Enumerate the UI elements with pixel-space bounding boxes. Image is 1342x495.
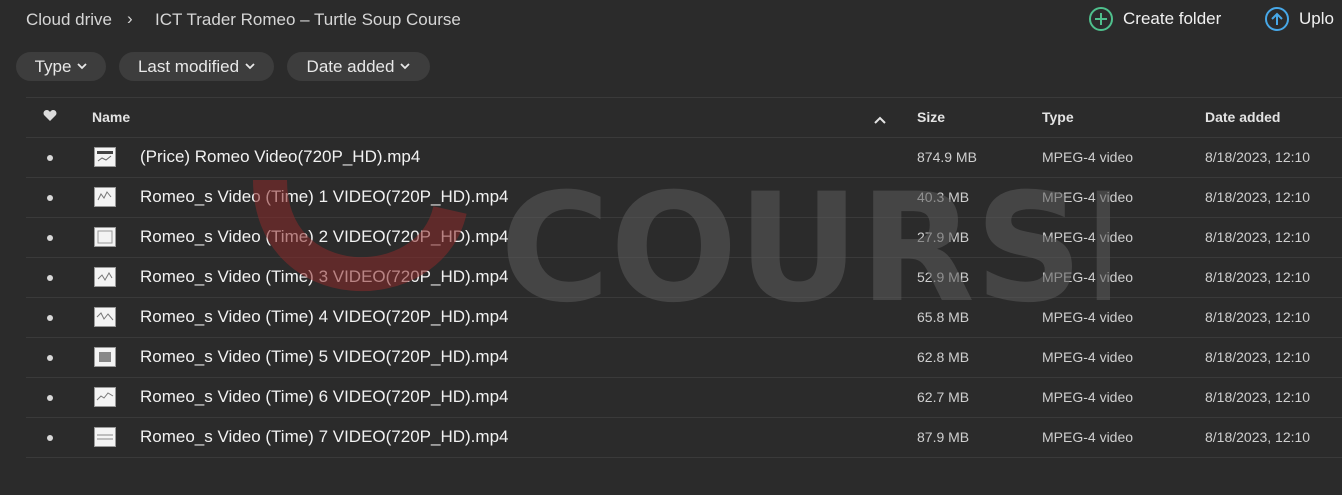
file-type: MPEG-4 video bbox=[1042, 269, 1134, 285]
file-date: 8/18/2023, 12:10 bbox=[1205, 349, 1311, 365]
column-header-date-added[interactable]: Date added bbox=[1205, 109, 1280, 125]
file-type: MPEG-4 video bbox=[1042, 429, 1134, 445]
filter-last-modified-label: Last modified bbox=[137, 56, 240, 76]
video-thumbnail-icon bbox=[94, 307, 116, 327]
video-thumbnail-icon bbox=[94, 387, 116, 407]
table-row[interactable]: Romeo_s Video (Time) 6 VIDEO(720P_HD).mp… bbox=[26, 378, 1342, 418]
file-type: MPEG-4 video bbox=[1042, 149, 1134, 165]
file-type: MPEG-4 video bbox=[1042, 389, 1134, 405]
file-size: 62.7 MB bbox=[917, 389, 970, 405]
favourite-dot[interactable] bbox=[47, 235, 53, 241]
table-row[interactable]: Romeo_s Video (Time) 4 VIDEO(720P_HD).mp… bbox=[26, 298, 1342, 338]
favourite-dot[interactable] bbox=[47, 275, 53, 281]
upload-label: Uplo bbox=[1299, 9, 1334, 28]
table-row[interactable]: Romeo_s Video (Time) 7 VIDEO(720P_HD).mp… bbox=[26, 418, 1342, 458]
chevron-down-icon bbox=[245, 63, 255, 70]
favourite-dot[interactable] bbox=[47, 315, 53, 321]
file-date: 8/18/2023, 12:10 bbox=[1205, 229, 1311, 245]
upload-button[interactable]: Uplo bbox=[1265, 7, 1334, 31]
video-thumbnail-icon bbox=[94, 187, 116, 207]
file-name[interactable]: Romeo_s Video (Time) 4 VIDEO(720P_HD).mp… bbox=[140, 307, 508, 327]
chevron-down-icon bbox=[400, 63, 411, 70]
file-date: 8/18/2023, 12:10 bbox=[1205, 429, 1311, 445]
file-size: 65.8 MB bbox=[917, 309, 970, 325]
file-name[interactable]: Romeo_s Video (Time) 1 VIDEO(720P_HD).mp… bbox=[140, 187, 508, 207]
chevron-up-icon[interactable] bbox=[874, 111, 886, 127]
create-folder-button[interactable]: Create folder bbox=[1089, 7, 1221, 31]
file-date: 8/18/2023, 12:10 bbox=[1205, 149, 1311, 165]
top-bar: Cloud drive › ICT Trader Romeo – Turtle … bbox=[0, 0, 1342, 42]
file-table: Name Size Type Date added (Price) Romeo … bbox=[26, 97, 1342, 458]
file-type: MPEG-4 video bbox=[1042, 349, 1134, 365]
heart-icon[interactable] bbox=[43, 109, 57, 125]
column-header-name[interactable]: Name bbox=[92, 109, 130, 125]
favourite-dot[interactable] bbox=[47, 355, 53, 361]
file-name[interactable]: (Price) Romeo Video(720P_HD).mp4 bbox=[140, 147, 420, 167]
favourite-dot[interactable] bbox=[47, 155, 53, 161]
table-row[interactable]: Romeo_s Video (Time) 1 VIDEO(720P_HD).mp… bbox=[26, 178, 1342, 218]
video-thumbnail-icon bbox=[94, 147, 116, 167]
file-name[interactable]: Romeo_s Video (Time) 3 VIDEO(720P_HD).mp… bbox=[140, 267, 508, 287]
chevron-down-icon bbox=[77, 63, 88, 70]
table-row[interactable]: Romeo_s Video (Time) 2 VIDEO(720P_HD).mp… bbox=[26, 218, 1342, 258]
file-type: MPEG-4 video bbox=[1042, 229, 1134, 245]
file-name[interactable]: Romeo_s Video (Time) 5 VIDEO(720P_HD).mp… bbox=[140, 347, 508, 367]
column-header-type[interactable]: Type bbox=[1042, 109, 1074, 125]
favourite-dot[interactable] bbox=[47, 395, 53, 401]
table-header: Name Size Type Date added bbox=[26, 97, 1342, 138]
video-thumbnail-icon bbox=[94, 227, 116, 247]
file-name[interactable]: Romeo_s Video (Time) 7 VIDEO(720P_HD).mp… bbox=[140, 427, 508, 447]
file-type: MPEG-4 video bbox=[1042, 309, 1134, 325]
arrow-up-circle-icon bbox=[1265, 7, 1289, 31]
filter-date-added-label: Date added bbox=[306, 56, 395, 76]
create-folder-label: Create folder bbox=[1123, 9, 1222, 28]
video-thumbnail-icon bbox=[94, 267, 116, 287]
file-date: 8/18/2023, 12:10 bbox=[1205, 389, 1311, 405]
file-size: 52.9 MB bbox=[917, 269, 970, 285]
video-thumbnail-icon bbox=[94, 427, 116, 447]
column-header-size[interactable]: Size bbox=[917, 109, 945, 125]
filter-last-modified-dropdown[interactable]: Last modified bbox=[119, 52, 274, 81]
file-size: 874.9 MB bbox=[917, 149, 977, 165]
file-size: 27.9 MB bbox=[917, 229, 970, 245]
file-size: 40.3 MB bbox=[917, 189, 970, 205]
file-date: 8/18/2023, 12:10 bbox=[1205, 189, 1311, 205]
breadcrumb-root[interactable]: Cloud drive bbox=[26, 10, 112, 30]
file-size: 87.9 MB bbox=[917, 429, 970, 445]
favourite-dot[interactable] bbox=[47, 195, 53, 201]
file-name[interactable]: Romeo_s Video (Time) 6 VIDEO(720P_HD).mp… bbox=[140, 387, 508, 407]
table-row[interactable]: Romeo_s Video (Time) 5 VIDEO(720P_HD).mp… bbox=[26, 338, 1342, 378]
plus-circle-icon bbox=[1089, 7, 1113, 31]
file-type: MPEG-4 video bbox=[1042, 189, 1134, 205]
video-thumbnail-icon bbox=[94, 347, 116, 367]
breadcrumb-separator-icon: › bbox=[127, 9, 133, 28]
filter-type-label: Type bbox=[34, 56, 72, 76]
filter-type-dropdown[interactable]: Type bbox=[16, 52, 106, 81]
file-size: 62.8 MB bbox=[917, 349, 970, 365]
cloud-drive-page: Cloud drive › ICT Trader Romeo – Turtle … bbox=[0, 0, 1342, 495]
table-row[interactable]: Romeo_s Video (Time) 3 VIDEO(720P_HD).mp… bbox=[26, 258, 1342, 298]
favourite-dot[interactable] bbox=[47, 435, 53, 441]
file-date: 8/18/2023, 12:10 bbox=[1205, 309, 1311, 325]
file-date: 8/18/2023, 12:10 bbox=[1205, 269, 1311, 285]
filter-date-added-dropdown[interactable]: Date added bbox=[287, 52, 430, 81]
table-row[interactable]: (Price) Romeo Video(720P_HD).mp4 874.9 M… bbox=[26, 138, 1342, 178]
file-name[interactable]: Romeo_s Video (Time) 2 VIDEO(720P_HD).mp… bbox=[140, 227, 508, 247]
breadcrumb-current[interactable]: ICT Trader Romeo – Turtle Soup Course bbox=[155, 10, 461, 30]
